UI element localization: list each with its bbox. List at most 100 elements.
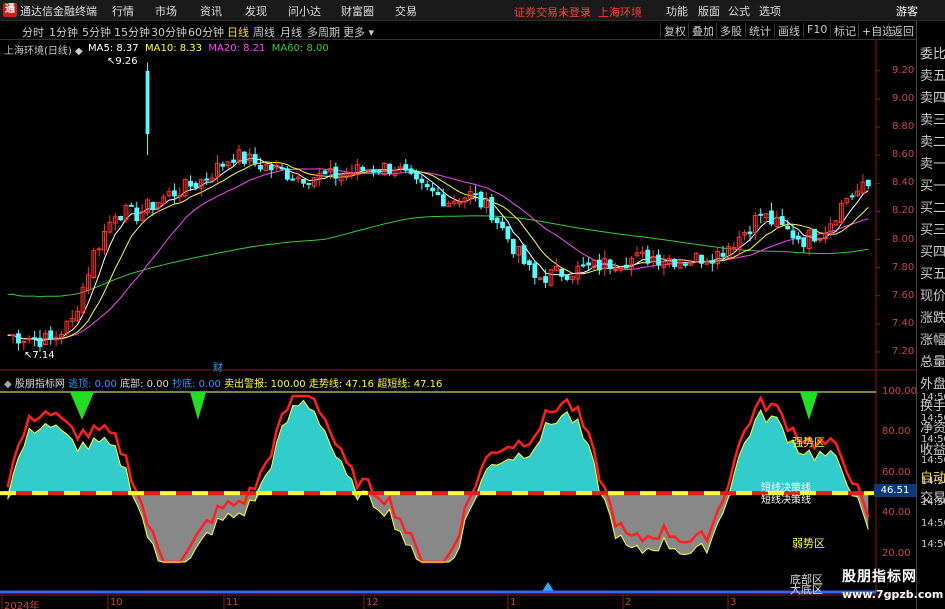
- weak-zone-label: 弱势区: [792, 537, 825, 550]
- ma-legend: MA5: 8.37 MA10: 8.33 MA20: 8.21 MA60: 8.…: [88, 43, 329, 54]
- candle-body: [473, 193, 479, 196]
- candle-body: [510, 238, 516, 254]
- side-change[interactable]: 涨跌: [920, 307, 945, 326]
- strong-zone-label: 强势区: [792, 436, 825, 449]
- indicator-tick-label: 100.00: [882, 386, 917, 397]
- side-buy3[interactable]: 买三: [920, 219, 945, 238]
- indicator-name[interactable]: 股朋指标网: [15, 379, 65, 390]
- candle-body: [16, 333, 21, 344]
- side-change-pct[interactable]: 涨幅: [920, 329, 945, 348]
- candle-body: [32, 337, 37, 340]
- price-tick-label: 7.20: [892, 345, 915, 357]
- time-tick-label: 10: [110, 597, 123, 608]
- side-buy5[interactable]: 买五: [920, 263, 945, 282]
- candle-body: [769, 210, 774, 225]
- candle-body: [430, 187, 436, 192]
- top-signal-marker: [800, 392, 818, 420]
- candle-body: [376, 169, 382, 173]
- candle-body: [290, 178, 296, 181]
- side-sell4[interactable]: 卖四: [920, 87, 945, 106]
- candle-body: [709, 260, 715, 264]
- expand-icon[interactable]: ◆: [72, 46, 83, 57]
- side-sell5[interactable]: 卖五: [920, 65, 945, 84]
- top-signal-marker: [70, 392, 94, 420]
- candle-body: [279, 167, 285, 170]
- side-sell3[interactable]: 卖三: [920, 109, 945, 128]
- candle-body: [683, 263, 688, 266]
- ma5-label: MA5: 8.37: [88, 43, 139, 54]
- big-bottom-label: 大底区: [790, 583, 823, 596]
- candle-body: [505, 226, 511, 240]
- candle-body: [785, 225, 791, 230]
- indicator-tick-label: 60.00: [882, 466, 911, 478]
- candle-body: [118, 215, 124, 221]
- candle-body: [371, 169, 376, 173]
- price-tick-label: 8.80: [892, 121, 915, 133]
- candle-body: [285, 168, 290, 180]
- sell-alert-label: 卖出警报: 100.00: [224, 379, 306, 390]
- indicator-tick-label: 80.00: [882, 426, 911, 438]
- candle-body: [849, 195, 855, 198]
- candle-body: [301, 178, 306, 184]
- candle-body: [360, 166, 366, 171]
- current-value-badge: 46.51: [874, 484, 916, 497]
- candle-body: [241, 151, 247, 164]
- side-price[interactable]: 现价: [920, 285, 945, 304]
- ma60-path: [7, 215, 869, 298]
- candle-body: [623, 264, 629, 269]
- price-tick-label: 8.40: [892, 177, 915, 189]
- time-tick-label: 2024年: [4, 601, 40, 609]
- side-buy2[interactable]: 买二: [920, 197, 945, 216]
- candle-body: [494, 217, 500, 224]
- candle-body: [720, 252, 726, 257]
- candle-body: [419, 178, 425, 183]
- candle-body: [699, 254, 704, 264]
- bottom-label: 底部: 0.00: [120, 379, 169, 390]
- side-outer[interactable]: 外盘: [920, 373, 945, 392]
- candle-body: [656, 254, 661, 266]
- candle-body: [96, 248, 102, 251]
- stock-title: 上海环境(日线) ◆: [4, 42, 83, 57]
- candle-body: [779, 216, 785, 226]
- finance-marker[interactable]: 财: [213, 359, 223, 374]
- price-tick-label: 7.60: [892, 289, 915, 301]
- candle-body: [586, 262, 591, 266]
- brand-watermark: 股朋指标网 www.7gpzb.com: [842, 566, 943, 601]
- candle-body: [145, 70, 150, 135]
- price-tick-label: 8.20: [892, 205, 915, 217]
- time-tick-label: 11: [226, 597, 239, 608]
- price-tick-label: 7.80: [892, 261, 915, 273]
- candle-body: [252, 154, 258, 164]
- candle-body: [812, 228, 817, 242]
- candle-body: [387, 163, 392, 174]
- candle-body: [306, 182, 312, 185]
- brand-name: 股朋指标网: [842, 569, 917, 585]
- candle-body: [527, 260, 532, 266]
- side-sell1[interactable]: 卖一: [920, 153, 945, 172]
- ma20-label: MA20: 8.21: [208, 43, 266, 54]
- candle-body: [10, 334, 16, 337]
- candle-body: [796, 235, 801, 240]
- candle-body: [758, 213, 764, 216]
- ma60-line: [7, 215, 869, 298]
- candle-body: [559, 268, 565, 277]
- price-tick-label: 8.60: [892, 149, 915, 161]
- candle-body: [801, 237, 807, 248]
- side-volume[interactable]: 总量: [920, 351, 945, 370]
- price-tick-label: 7.40: [892, 317, 915, 329]
- indicator-time-label: 14:50: [921, 476, 945, 487]
- short-line-label: 超短线: 47.16: [377, 379, 443, 390]
- chart-area[interactable]: [0, 0, 916, 609]
- side-buy1[interactable]: 买一: [920, 175, 945, 194]
- candle-body: [532, 263, 538, 278]
- escape-top-label: 逃顶: 0.00: [68, 379, 117, 390]
- candle-body: [672, 258, 678, 268]
- side-weibi[interactable]: 委比: [920, 43, 945, 62]
- price-tick-label: 9.00: [892, 92, 915, 104]
- indicator-settings-icon[interactable]: ◆: [4, 379, 12, 390]
- side-sell2[interactable]: 卖二: [920, 131, 945, 150]
- side-buy4[interactable]: 买四: [920, 241, 945, 260]
- ma10-label: MA10: 8.33: [145, 43, 203, 54]
- indicator-time-label: 14:50: [921, 392, 945, 403]
- buy-bottom-label: 抄底: 0.00: [172, 379, 221, 390]
